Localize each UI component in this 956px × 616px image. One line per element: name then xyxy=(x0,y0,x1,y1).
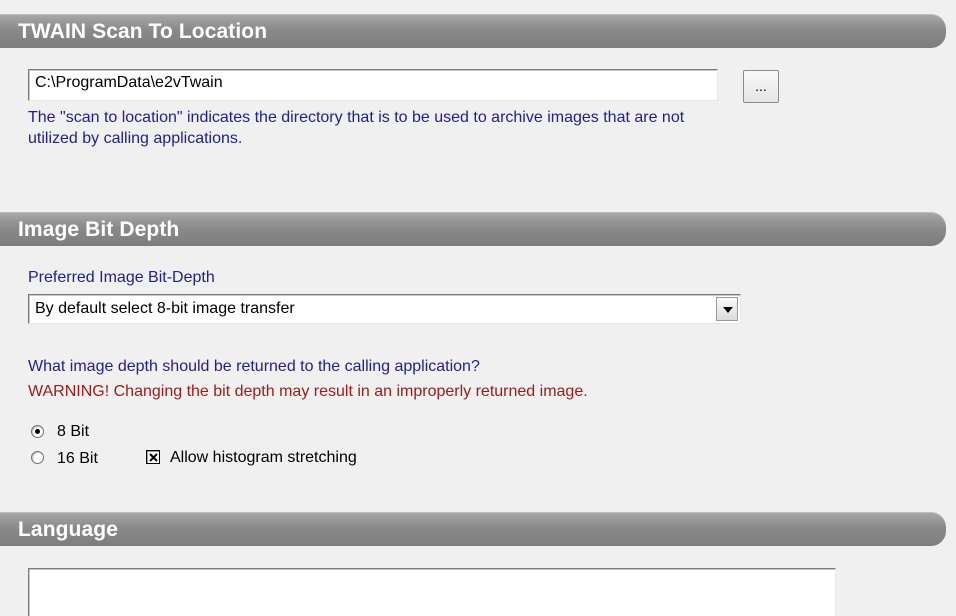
section-title-scan-location: TWAIN Scan To Location xyxy=(18,20,268,43)
browse-button[interactable]: ... xyxy=(743,70,779,103)
scan-location-description: The "scan to location" indicates the dir… xyxy=(28,109,685,147)
bit-depth-warning: WARNING! Changing the bit depth may resu… xyxy=(28,383,588,400)
settings-panel: TWAIN Scan To Location C:\ProgramData\e2… xyxy=(0,0,956,616)
radio-16-bit-label: 16 Bit xyxy=(57,450,98,467)
preferred-bit-depth-label: Preferred Image Bit-Depth xyxy=(28,269,215,286)
section-header-language: Language xyxy=(0,512,946,546)
radio-16-bit[interactable] xyxy=(31,451,44,464)
section-header-scan-location: TWAIN Scan To Location xyxy=(0,14,946,48)
histogram-stretching-checkbox[interactable] xyxy=(146,450,160,464)
language-list[interactable] xyxy=(28,568,836,616)
section-title-language: Language xyxy=(18,518,118,541)
radio-8-bit-label: 8 Bit xyxy=(57,423,90,440)
bit-depth-select-value: By default select 8-bit image transfer xyxy=(35,300,295,317)
radio-8-bit[interactable] xyxy=(31,425,44,438)
histogram-stretching-label: Allow histogram stretching xyxy=(170,449,357,466)
bit-depth-question: What image depth should be returned to t… xyxy=(28,358,480,375)
chevron-down-icon[interactable] xyxy=(716,297,738,321)
section-title-bit-depth: Image Bit Depth xyxy=(18,218,180,241)
scan-location-path-input[interactable]: C:\ProgramData\e2vTwain xyxy=(28,69,718,101)
checkmark-x-icon xyxy=(149,453,158,462)
bit-depth-select[interactable]: By default select 8-bit image transfer xyxy=(28,294,741,324)
section-header-bit-depth: Image Bit Depth xyxy=(0,212,946,246)
